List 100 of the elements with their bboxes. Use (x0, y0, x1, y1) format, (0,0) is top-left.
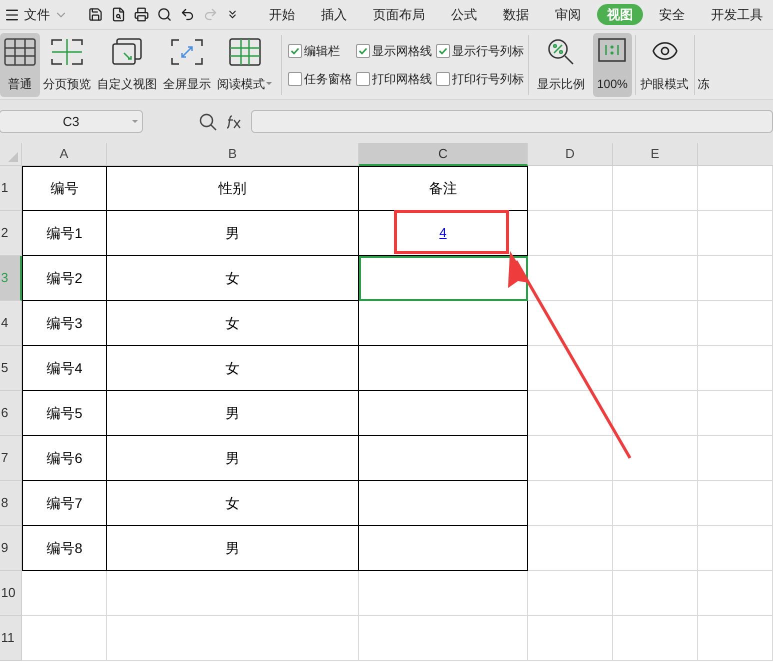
search-icon[interactable] (199, 112, 217, 130)
table-cell[interactable] (359, 526, 528, 571)
table-cell[interactable] (359, 436, 528, 481)
table-cell[interactable]: 编号7 (22, 481, 107, 526)
cell-text: 编号3 (46, 314, 82, 332)
table-cell[interactable]: 性别 (107, 166, 359, 211)
ribbon-tab[interactable]: 数据 (493, 4, 539, 26)
print-icon[interactable] (134, 7, 149, 22)
checkbox[interactable] (356, 72, 370, 86)
zoom-button[interactable]: 100% (593, 32, 632, 96)
windows-icon (110, 36, 144, 66)
cell-text: 女 (226, 358, 240, 378)
column-header[interactable]: A (22, 143, 107, 166)
table-cell[interactable]: 编号5 (22, 391, 107, 436)
checkbox-option[interactable]: 编辑栏 (288, 42, 352, 60)
column-header[interactable]: E (613, 143, 698, 166)
undo-icon[interactable] (180, 7, 195, 22)
row-header[interactable]: 8 (0, 481, 22, 526)
table-cell[interactable]: 编号3 (22, 301, 107, 346)
row-header[interactable]: 6 (0, 391, 22, 436)
column-header[interactable]: C (359, 143, 528, 166)
table-cell[interactable]: 编号1 (22, 211, 107, 256)
ribbon-tab[interactable]: 安全 (649, 4, 695, 26)
table-cell[interactable]: 男 (107, 211, 359, 256)
table-cell[interactable]: 备注 (359, 166, 528, 211)
table-cell[interactable] (359, 391, 528, 436)
table-cell[interactable]: 4 (359, 211, 528, 256)
row-header[interactable]: 7 (0, 436, 22, 481)
select-all-corner[interactable] (0, 143, 22, 166)
redo-icon[interactable] (203, 7, 218, 22)
row-header[interactable]: 4 (0, 301, 22, 346)
cell-text: 男 (226, 448, 240, 468)
freeze-button[interactable]: 冻 (698, 32, 710, 96)
column-header[interactable] (698, 143, 773, 166)
cell-text: 编号7 (46, 494, 82, 512)
view-mode-button[interactable]: 自定义视图 (94, 32, 160, 96)
checkbox-option[interactable]: 任务窗格 (288, 70, 352, 88)
ribbon-tab[interactable]: 开发工具 (701, 4, 773, 26)
cell-text: 女 (226, 268, 240, 288)
checkbox-option[interactable]: 显示行号列标 (436, 42, 524, 60)
checkbox[interactable] (356, 44, 370, 58)
ribbon-tab[interactable]: 审阅 (545, 4, 591, 26)
table-cell[interactable]: 编号8 (22, 526, 107, 571)
cell-text: 编号1 (46, 224, 82, 242)
zoom-button[interactable]: 显示比例 (533, 32, 589, 96)
grid-icon (3, 36, 37, 66)
table-cell[interactable]: 编号6 (22, 436, 107, 481)
cell-text: 编号6 (46, 448, 82, 468)
table-cell[interactable]: 编号 (22, 166, 107, 211)
row-header[interactable]: 11 (0, 616, 22, 661)
view-mode-button[interactable]: 阅读模式 (214, 32, 275, 96)
row-header[interactable]: 1 (0, 166, 22, 211)
checkbox-option[interactable]: 打印网格线 (356, 70, 432, 88)
checkbox-option[interactable]: 打印行号列标 (436, 70, 524, 88)
table-cell[interactable]: 女 (107, 481, 359, 526)
reading-grid-icon (228, 36, 262, 66)
cell-text: 男 (226, 404, 240, 422)
check-icon (358, 46, 368, 56)
cell-text: 女 (226, 314, 240, 332)
checkbox-option[interactable]: 显示网格线 (356, 42, 432, 60)
ribbon-tab[interactable]: 开始 (259, 4, 305, 26)
row-header[interactable]: 2 (0, 211, 22, 256)
more-icon[interactable] (226, 8, 239, 21)
column-header[interactable]: B (107, 143, 359, 166)
table-cell[interactable] (359, 346, 528, 391)
caret-icon (266, 82, 272, 85)
ribbon-tab[interactable]: 页面布局 (363, 4, 435, 26)
checkbox[interactable] (288, 72, 302, 86)
file-menu[interactable]: 文件 (0, 4, 76, 24)
view-mode-button[interactable]: 全屏显示 (160, 32, 214, 96)
table-cell[interactable]: 女 (107, 346, 359, 391)
table-cell[interactable] (359, 256, 528, 301)
view-mode-button[interactable]: 分页预览 (40, 32, 94, 96)
row-header[interactable]: 9 (0, 526, 22, 571)
dropdown-arrow-icon (132, 120, 138, 123)
view-mode-button[interactable]: 普通 (0, 32, 40, 96)
table-cell[interactable]: 编号4 (22, 346, 107, 391)
table-cell[interactable]: 女 (107, 301, 359, 346)
hyperlink[interactable]: 4 (439, 223, 447, 243)
ribbon-tab[interactable]: 公式 (441, 4, 487, 26)
table-cell[interactable]: 编号2 (22, 256, 107, 301)
table-cell[interactable]: 男 (107, 526, 359, 571)
table-cell[interactable] (359, 481, 528, 526)
checkbox[interactable] (288, 44, 302, 58)
cell-text: 男 (226, 224, 240, 242)
checkbox[interactable] (436, 44, 450, 58)
table-cell[interactable]: 男 (107, 436, 359, 481)
function-icon[interactable] (225, 114, 243, 130)
save-icon[interactable] (88, 7, 103, 22)
column-header[interactable]: D (528, 143, 613, 166)
table-cell[interactable]: 女 (107, 256, 359, 301)
table-cell[interactable] (359, 301, 528, 346)
table-cell[interactable]: 男 (107, 391, 359, 436)
formula-input-field[interactable] (251, 110, 773, 133)
row-header[interactable]: 5 (0, 346, 22, 391)
eye-protection-button[interactable]: 护眼模式 (638, 32, 691, 96)
checkbox[interactable] (436, 72, 450, 86)
ribbon-tab[interactable]: 插入 (311, 4, 357, 26)
row-header[interactable]: 10 (0, 571, 22, 616)
name-box[interactable]: C3 (0, 110, 143, 133)
